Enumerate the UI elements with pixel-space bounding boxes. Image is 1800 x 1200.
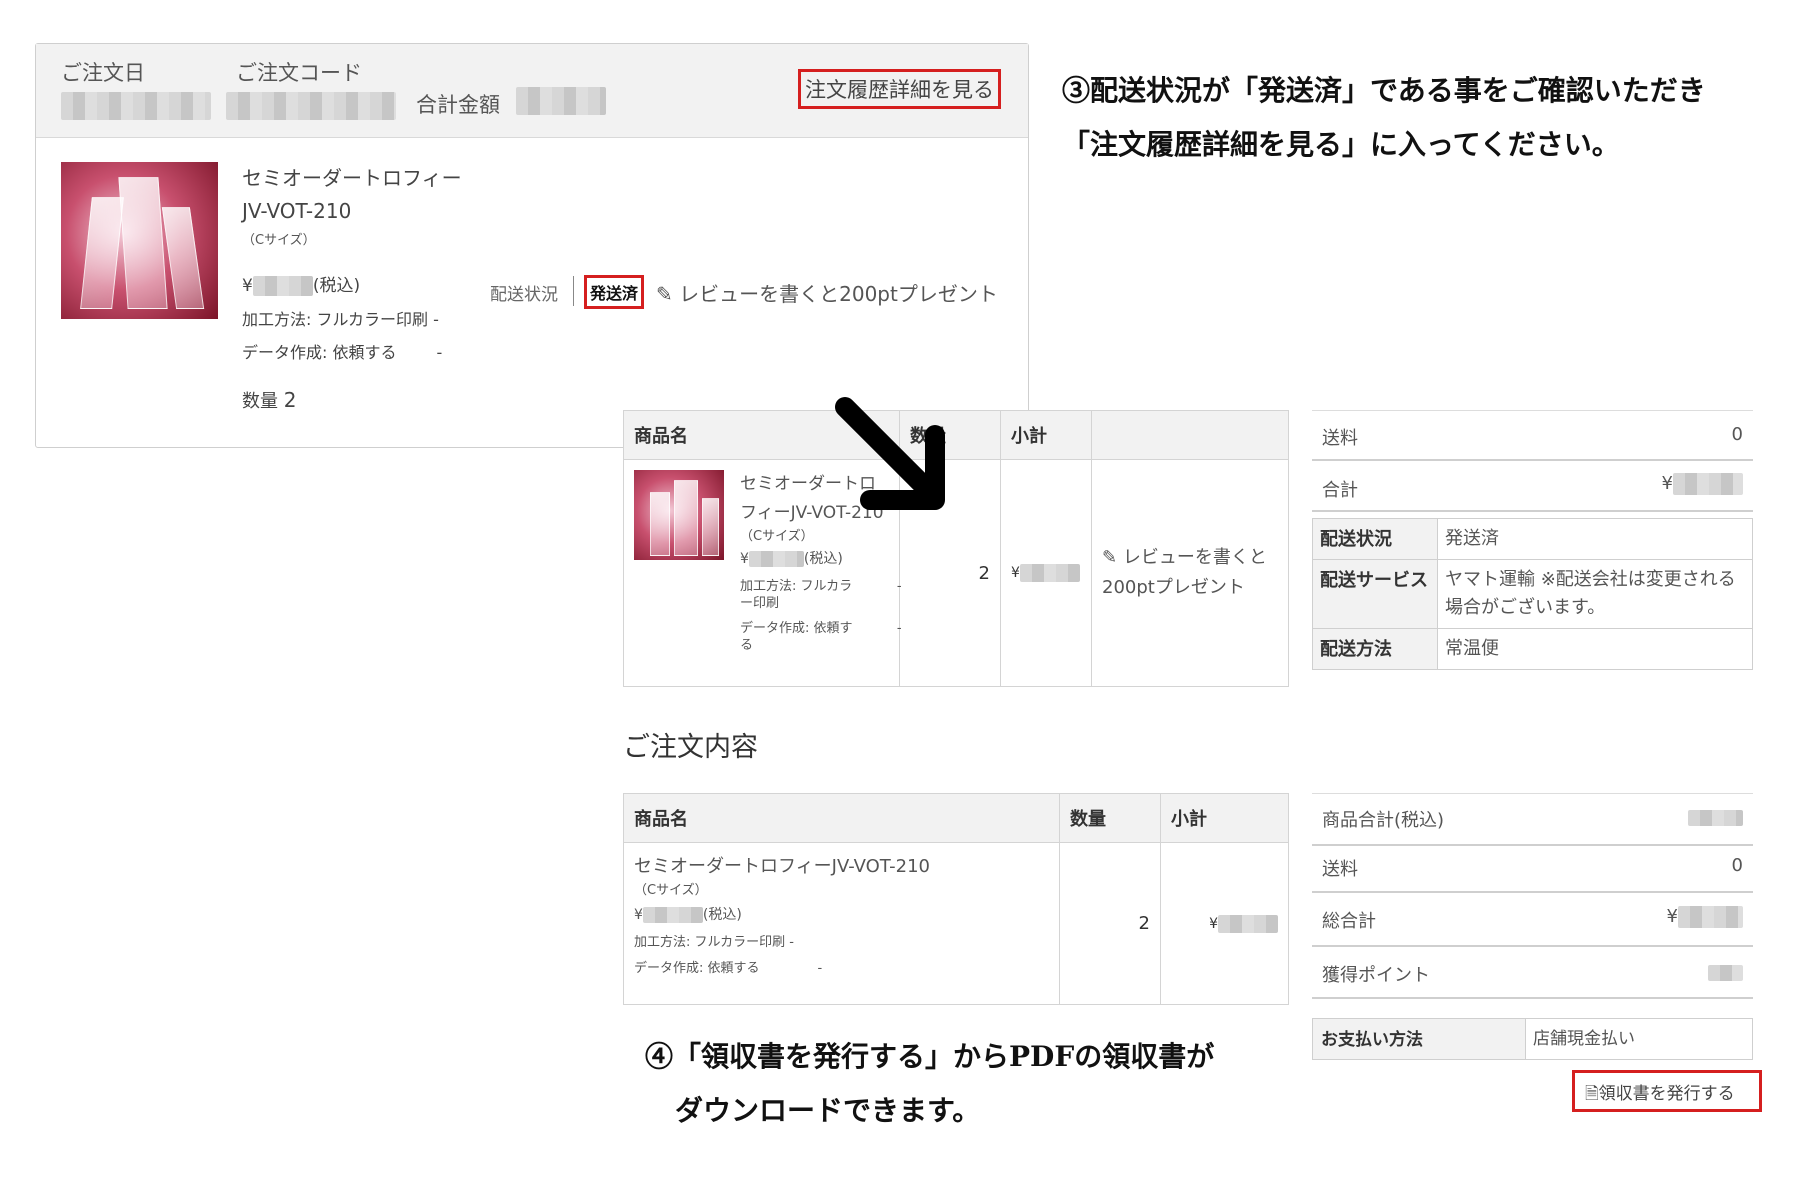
col-header-subtotal: 小計 — [1000, 410, 1092, 460]
product-option-processing: 加工方法: フルカラー印刷 - — [242, 310, 439, 329]
shipping-method-value: 常温便 — [1437, 628, 1753, 670]
product-quantity: 数量 2 — [242, 388, 297, 412]
subtotal-cell: ¥ — [1160, 842, 1289, 1005]
product-option-processing: 加工方法: フルカラー印刷 - — [634, 935, 794, 950]
issue-receipt-button[interactable]: 🗎領収書を発行する — [1585, 1079, 1735, 1110]
product-name[interactable]: セミオーダートロフィーJV-VOT-210 — [242, 162, 462, 228]
col-header-quantity: 数量 — [1059, 793, 1161, 843]
product-option-data: データ作成: 依頼する - — [242, 343, 443, 362]
review-link[interactable]: ✎ レビューを書くと200ptプレゼント — [656, 278, 998, 307]
product-option-data: データ作成: 依頼する - — [634, 961, 823, 976]
payment-table: お支払い方法 店舗現金払い — [1312, 1018, 1753, 1060]
annotation-step4: ④「領収書を発行する」からPDFの領収書が ダウンロードできます。 — [645, 1040, 1215, 1127]
product-name[interactable]: セミオーダートロフィーJV-VOT-210 — [634, 853, 1049, 881]
product-size: （Cサイズ） — [634, 883, 708, 898]
quantity-cell: 2 — [1059, 842, 1161, 1005]
shipping-status-label: 配送状況 — [490, 285, 558, 305]
payment-method-value: 店舗現金払い — [1525, 1018, 1753, 1060]
order-code-value-redacted — [226, 92, 396, 120]
product-size: （Cサイズ） — [740, 529, 814, 544]
arrow-down-right-icon — [835, 397, 945, 510]
product-size: （Cサイズ） — [242, 233, 316, 248]
product-image[interactable] — [61, 162, 218, 319]
table-row: セミオーダートロフィーJV-VOT-210 （Cサイズ） ¥(税込) 加工方法:… — [623, 842, 1289, 1005]
order-detail-link[interactable]: 注文履歴詳細を見る — [798, 69, 1001, 109]
section-title-order-contents: ご注文内容 — [623, 732, 758, 763]
summary-grand-total: 総合計 ¥ — [1312, 895, 1753, 947]
payment-method-label: お支払い方法 — [1312, 1018, 1526, 1060]
annotation-step3: ③配送状況が「発送済」である事をご確認いただき 「注文履歴詳細を見る」に入ってくだ… — [1062, 74, 1706, 161]
shipping-status-value: 発送済 — [1437, 518, 1753, 560]
summary-goods-total: 商品合計(税込) — [1312, 793, 1753, 846]
order-total-label: 合計金額 — [416, 93, 500, 117]
pencil-icon: ✎ — [656, 282, 673, 306]
document-icon: 🗎 — [1585, 1084, 1599, 1104]
order-contents-table: 商品名 数量 小計 セミオーダートロフィーJV-VOT-210 （Cサイズ） ¥… — [623, 793, 1289, 1005]
order-code-label: ご注文コード — [236, 61, 362, 85]
divider — [573, 276, 574, 306]
product-price: ¥ (税込) — [634, 907, 742, 923]
summary-shipping-fee: 送料 0 — [1312, 410, 1753, 461]
product-thumbnail[interactable] — [634, 470, 724, 560]
shipping-status-label: 配送状況 — [1312, 518, 1438, 560]
product-price: ¥ (税込) — [740, 551, 843, 567]
pencil-icon: ✎ — [1102, 547, 1118, 568]
col-header-subtotal: 小計 — [1160, 793, 1289, 843]
order-card-header: ご注文日 ご注文コード 合計金額 注文履歴詳細を見る — [36, 44, 1028, 138]
order-card: ご注文日 ご注文コード 合計金額 注文履歴詳細を見る セミオーダートロフィー JV… — [35, 43, 1029, 448]
product-option-processing: 加工方法: フルカラ ー印刷 - — [740, 579, 902, 611]
summary-shipping: 送料 0 — [1312, 847, 1753, 893]
shipping-service-value: ヤマト運輸 ※配送会社は変更される場合がございます。 — [1437, 559, 1753, 629]
review-link[interactable]: ✎ レビューを書くと200ptプレゼント — [1091, 459, 1289, 687]
receipt-highlight: 🗎領収書を発行する — [1572, 1070, 1762, 1112]
col-header-product: 商品名 — [623, 793, 1060, 843]
shipping-status-badge: 発送済 — [584, 275, 645, 309]
order-total-value-redacted — [516, 87, 606, 115]
summary-points: 獲得ポイント — [1312, 949, 1753, 999]
summary-total: 合計 ¥ — [1312, 462, 1753, 512]
order-date-label: ご注文日 — [61, 61, 145, 85]
shipping-service-label: 配送サービス — [1312, 559, 1438, 629]
order-date-value-redacted — [61, 92, 211, 120]
shipping-info-table: 配送状況 発送済 配送サービス ヤマト運輸 ※配送会社は変更される場合がございます。… — [1312, 518, 1753, 670]
subtotal-cell: ¥ — [1000, 459, 1092, 687]
product-price: ¥ (税込) — [242, 276, 361, 296]
col-header-blank — [1091, 410, 1289, 460]
product-option-data: データ作成: 依頼する - — [740, 621, 902, 653]
shipping-method-label: 配送方法 — [1312, 628, 1438, 670]
